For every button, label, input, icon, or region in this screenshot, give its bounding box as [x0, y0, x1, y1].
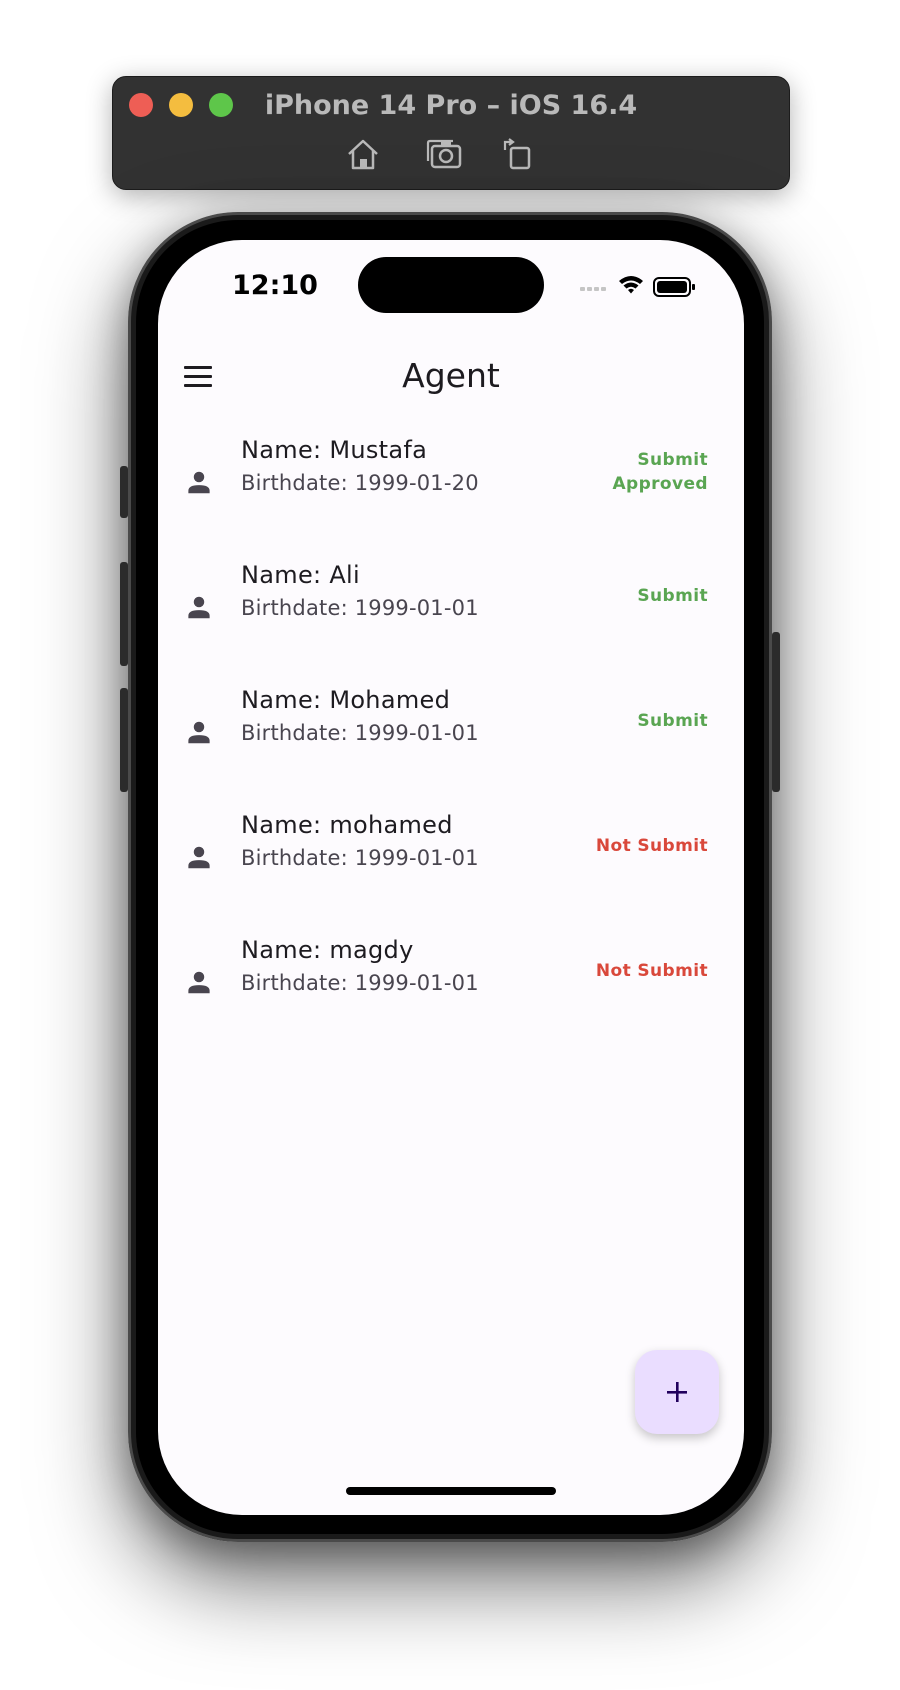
- dynamic-island: [358, 257, 544, 313]
- agent-status: Not Submit: [596, 834, 708, 858]
- silent-switch: [120, 466, 128, 518]
- agent-status: Submit: [637, 584, 708, 608]
- agent-birthdate: Birthdate: 1999-01-01: [241, 971, 479, 995]
- agent-birthdate: Birthdate: 1999-01-20: [241, 471, 479, 495]
- agent-status: Submit Approved: [612, 448, 708, 496]
- person-icon: [184, 592, 214, 622]
- person-icon: [184, 842, 214, 872]
- agent-status-label: Submit: [637, 711, 708, 731]
- agent-birthdate: Birthdate: 1999-01-01: [241, 596, 479, 620]
- agent-list-item[interactable]: Name: Ali Birthdate: 1999-01-01 Submit: [158, 555, 744, 680]
- app-bar: Agent: [158, 332, 744, 424]
- home-icon[interactable]: [343, 135, 383, 173]
- add-icon: [667, 1382, 687, 1402]
- agent-status: Submit: [637, 709, 708, 733]
- agent-birthdate: Birthdate: 1999-01-01: [241, 846, 479, 870]
- agent-status-label: Submit: [637, 586, 708, 606]
- agent-name: Name: Ali: [241, 561, 360, 589]
- page-title: Agent: [402, 356, 500, 395]
- agent-birthdate: Birthdate: 1999-01-01: [241, 721, 479, 745]
- agent-status: Not Submit: [596, 959, 708, 983]
- agent-list-item[interactable]: Name: Mustafa Birthdate: 1999-01-20 Submit…: [158, 430, 744, 555]
- agent-name: Name: Mohamed: [241, 686, 451, 714]
- agent-list-item[interactable]: Name: Mohamed Birthdate: 1999-01-01 Submit: [158, 680, 744, 805]
- person-icon: [184, 467, 214, 497]
- simulator-window-bar: iPhone 14 Pro – iOS 16.4: [112, 76, 790, 190]
- cellular-signal-icon: [580, 287, 606, 291]
- agent-list-item[interactable]: Name: magdy Birthdate: 1999-01-01 Not Subm…: [158, 930, 744, 1055]
- status-icons: [578, 272, 718, 302]
- screenshot-icon[interactable]: [425, 135, 465, 173]
- agent-name: Name: mohamed: [241, 811, 453, 839]
- simulator-stage: iPhone 14 Pro – iOS 16.4 12:10 Agent Nam…: [0, 0, 900, 1690]
- volume-down-button: [120, 688, 128, 792]
- home-indicator[interactable]: [346, 1487, 556, 1495]
- status-time: 12:10: [232, 270, 318, 301]
- agent-name: Name: magdy: [241, 936, 414, 964]
- phone-screen: 12:10 Agent Name: Mustafa Birthdate: 199…: [158, 240, 744, 1515]
- power-button: [772, 632, 780, 792]
- agent-status-label: Not Submit: [595, 836, 708, 856]
- wifi-icon: [619, 276, 643, 294]
- agent-list-item[interactable]: Name: mohamed Birthdate: 1999-01-01 Not Su…: [158, 805, 744, 930]
- add-agent-button[interactable]: [635, 1350, 719, 1434]
- battery-icon: [653, 277, 695, 297]
- simulator-title: iPhone 14 Pro – iOS 16.4: [264, 90, 638, 121]
- agent-status-label: Submit: [637, 450, 708, 470]
- agent-status-label: Approved: [612, 474, 708, 494]
- rotate-icon[interactable]: [499, 135, 539, 173]
- agent-name: Name: Mustafa: [241, 436, 428, 464]
- person-icon: [184, 967, 214, 997]
- volume-up-button: [120, 562, 128, 666]
- agent-status-label: Not Submit: [595, 961, 708, 981]
- person-icon: [184, 717, 214, 747]
- agent-list: Name: Mustafa Birthdate: 1999-01-20 Submit…: [158, 430, 744, 1055]
